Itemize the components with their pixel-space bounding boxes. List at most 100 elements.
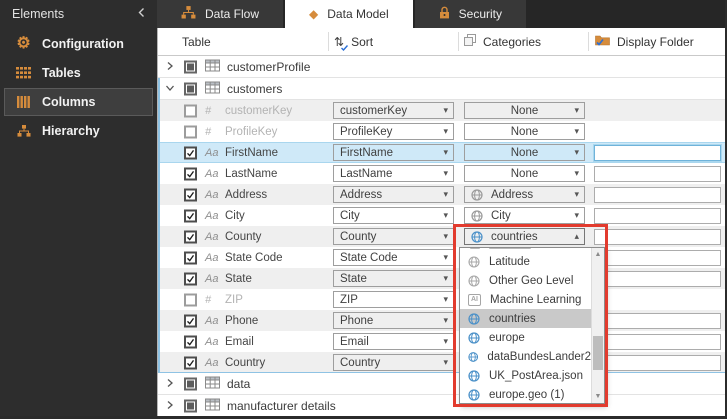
checkbox-unchecked[interactable]	[184, 125, 197, 138]
checkbox-checked[interactable]	[184, 356, 197, 369]
categories-dropdown[interactable]: Address ▾	[464, 186, 585, 203]
tab-label: Security	[458, 7, 502, 21]
sort-dropdown[interactable]: FirstName ▾	[333, 144, 454, 161]
display-folder-input[interactable]	[594, 354, 721, 371]
display-folder-input[interactable]	[594, 333, 721, 350]
categories-dropdown[interactable]: None ▾	[464, 102, 585, 119]
checkbox-checked[interactable]	[184, 251, 197, 264]
chevron-right-icon[interactable]	[165, 60, 175, 74]
dropdown-item-dataBundesLander2[interactable]: dataBundesLander2	[460, 347, 591, 366]
globe-icon	[468, 255, 480, 268]
dropdown-scrollbar[interactable]: ▲ ▼	[591, 248, 604, 403]
checkbox-checked[interactable]	[184, 188, 197, 201]
sidebar-item-label: Tables	[42, 66, 81, 80]
column-name: Email	[225, 335, 254, 348]
column-row-LastName: Aa LastName LastName ▾ None ▾	[158, 163, 725, 184]
scrollbar-thumb[interactable]	[593, 336, 603, 370]
display-folder-input[interactable]	[594, 312, 721, 329]
sidebar-collapse-icon[interactable]	[137, 7, 146, 21]
sort-dropdown[interactable]: customerKey ▾	[333, 102, 454, 119]
sidebar-item-configuration[interactable]: ⚙ Configuration	[5, 31, 152, 57]
checkbox-unchecked[interactable]	[184, 293, 197, 306]
chevron-down-icon[interactable]	[165, 82, 175, 96]
sidebar-item-columns[interactable]: Columns	[4, 88, 153, 116]
sort-dropdown[interactable]: ZIP ▾	[333, 291, 454, 308]
categories-dropdown[interactable]: None ▾	[464, 165, 585, 182]
table-row-customers[interactable]: customers	[158, 78, 725, 100]
column-name: LastName	[225, 167, 278, 180]
display-folder-input[interactable]	[594, 186, 721, 203]
dropdown-item-UK_PostArea[interactable]: UK_PostArea.json	[460, 366, 591, 385]
sort-dropdown[interactable]: County ▾	[333, 228, 454, 245]
categories-dropdown[interactable]: None ▾	[464, 144, 585, 161]
categories-dropdown[interactable]: None ▾	[464, 123, 585, 140]
column-type-icon: Aa	[205, 209, 219, 222]
tab-security[interactable]: Security	[414, 0, 526, 28]
categories-dropdown-list: Latitude Other Geo Level AI Machine Lear…	[459, 247, 605, 404]
dropdown-item-latitude[interactable]: Latitude	[460, 252, 591, 271]
dropdown-item-other-geo-level[interactable]: Other Geo Level	[460, 271, 591, 290]
sort-dropdown[interactable]: Address ▾	[333, 186, 454, 203]
table-checkbox[interactable]	[184, 82, 197, 95]
checkbox-checked[interactable]	[184, 335, 197, 348]
sidebar-item-hierarchy[interactable]: Hierarchy	[5, 118, 152, 144]
dropdown-item-countries[interactable]: countries	[460, 309, 591, 328]
table-row-data[interactable]: data	[158, 373, 725, 395]
dropdown-item-machine-learning[interactable]: AI Machine Learning	[460, 290, 591, 309]
dropdown-arrow-icon: ▾	[443, 231, 448, 241]
checkbox-checked[interactable]	[184, 230, 197, 243]
table-checkbox[interactable]	[184, 399, 197, 412]
data-model-grid: Table ⇅ Sort Categories Display Folder c…	[157, 28, 725, 416]
table-row-customerProfile[interactable]: customerProfile	[158, 56, 725, 78]
checkbox-checked[interactable]	[184, 314, 197, 327]
chevron-right-icon[interactable]	[165, 399, 175, 413]
table-checkbox[interactable]	[184, 377, 197, 390]
tab-data-flow[interactable]: Data Flow	[157, 0, 284, 28]
app-window: Elements ⚙ Configuration Tables Columns …	[0, 0, 727, 419]
sort-dropdown[interactable]: Phone ▾	[333, 312, 454, 329]
dropdown-arrow-icon: ▾	[443, 168, 448, 178]
table-checkbox[interactable]	[184, 60, 197, 73]
column-row-StateCode: Aa State Code State Code ▾	[158, 247, 725, 268]
table-row-manufacturer-details[interactable]: manufacturer details	[158, 395, 725, 416]
display-folder-input[interactable]	[594, 207, 721, 224]
checkbox-checked[interactable]	[184, 167, 197, 180]
checkbox-unchecked[interactable]	[184, 104, 197, 117]
sort-dropdown[interactable]: Country ▾	[333, 354, 454, 371]
sidebar-item-tables[interactable]: Tables	[5, 60, 152, 86]
tab-data-model[interactable]: ◆ Data Model	[285, 0, 413, 28]
dropdown-item-europe[interactable]: europe	[460, 328, 591, 347]
checkbox-checked[interactable]	[184, 209, 197, 222]
display-folder-input[interactable]	[594, 144, 721, 161]
display-folder-input[interactable]	[594, 228, 721, 245]
column-name: Address	[225, 188, 268, 201]
folder-icon	[595, 34, 610, 49]
sidebar-item-label: Columns	[42, 95, 96, 109]
categories-dropdown[interactable]: City ▾	[464, 207, 585, 224]
dropdown-arrow-icon: ▾	[443, 189, 448, 199]
categories-dropdown-open[interactable]: countries ▴	[464, 228, 585, 245]
sort-dropdown[interactable]: Email ▾	[333, 333, 454, 350]
chevron-right-icon[interactable]	[165, 377, 175, 391]
checkbox-checked[interactable]	[184, 272, 197, 285]
globe-icon	[468, 331, 480, 344]
column-row-Email: Aa Email Email ▾	[158, 331, 725, 352]
scroll-down-icon[interactable]: ▼	[592, 390, 604, 403]
sidebar-title: Elements	[12, 7, 65, 21]
dropdown-item-europe-geo-1[interactable]: europe.geo (1)	[460, 385, 591, 403]
sort-dropdown[interactable]: State ▾	[333, 270, 454, 287]
sort-dropdown[interactable]: State Code ▾	[333, 249, 454, 266]
display-folder-input[interactable]	[594, 249, 721, 266]
ai-icon: AI	[468, 293, 481, 306]
column-name: Country	[225, 356, 266, 369]
display-folder-input[interactable]	[594, 165, 721, 182]
sort-dropdown[interactable]: ProfileKey ▾	[333, 123, 454, 140]
display-folder-input[interactable]	[594, 270, 721, 287]
scroll-up-icon[interactable]: ▲	[592, 248, 604, 261]
sort-dropdown[interactable]: LastName ▾	[333, 165, 454, 182]
table-name: data	[227, 376, 251, 391]
column-name: State	[225, 272, 252, 285]
dropdown-arrow-icon: ▾	[443, 252, 448, 262]
checkbox-checked[interactable]	[184, 146, 197, 159]
sort-dropdown[interactable]: City ▾	[333, 207, 454, 224]
